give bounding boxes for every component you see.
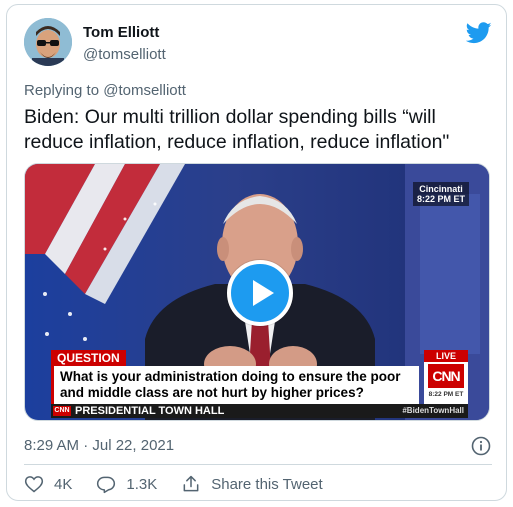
replying-prefix: Replying to: [24, 82, 100, 99]
location-tag: Cincinnati 8:22 PM ET: [412, 182, 469, 206]
cnn-logo: CNN: [428, 364, 464, 388]
replying-mention[interactable]: @tomselliott: [103, 82, 186, 99]
video-player[interactable]: Cincinnati 8:22 PM ET QUESTION What is y…: [24, 163, 490, 421]
share-button[interactable]: Share this Tweet: [181, 474, 323, 494]
info-icon[interactable]: [471, 436, 491, 456]
reply-icon: [97, 476, 116, 494]
program-title: PRESIDENTIAL TOWN HALL: [75, 405, 225, 417]
cnn-mini-logo: CNN: [53, 406, 71, 416]
author-handle[interactable]: @tomselliott: [83, 46, 166, 63]
program-hashtag: #BidenTownHall: [402, 406, 464, 415]
divider: [24, 464, 492, 465]
twitter-bird-icon[interactable]: [466, 22, 492, 44]
tweet-timestamp[interactable]: 8:29 AM · Jul 22, 2021: [24, 437, 174, 454]
tweet-text: Biden: Our multi trillion dollar spendin…: [24, 106, 450, 153]
action-bar: 4K 1.3K Share this Tweet: [24, 473, 323, 495]
program-bar: CNN PRESIDENTIAL TOWN HALL #BidenTownHal…: [51, 404, 468, 418]
share-icon: [183, 475, 199, 492]
replying-to: Replying to @tomselliott: [24, 82, 186, 99]
play-icon: [253, 280, 274, 306]
author-name[interactable]: Tom Elliott: [83, 24, 159, 41]
live-time: 8:22 PM ET: [428, 391, 464, 398]
heart-icon: [24, 476, 44, 493]
tweet-card: Tom Elliott @tomselliott Replying to @to…: [6, 4, 507, 501]
question-label: QUESTION: [51, 350, 126, 366]
reply-count: 1.3K: [126, 475, 158, 493]
location-name: Cincinnati: [419, 184, 463, 194]
live-badge: LIVE CNN 8:22 PM ET: [424, 350, 468, 404]
location-time: 8:22 PM ET: [416, 194, 465, 204]
play-button[interactable]: [227, 260, 293, 326]
like-button[interactable]: 4K: [24, 474, 72, 494]
share-label: Share this Tweet: [211, 475, 323, 493]
question-text: What is your administration doing to ens…: [51, 366, 419, 404]
reply-button[interactable]: 1.3K: [96, 474, 157, 494]
live-label: LIVE: [424, 350, 468, 362]
like-count: 4K: [54, 475, 73, 493]
avatar[interactable]: [24, 18, 72, 66]
